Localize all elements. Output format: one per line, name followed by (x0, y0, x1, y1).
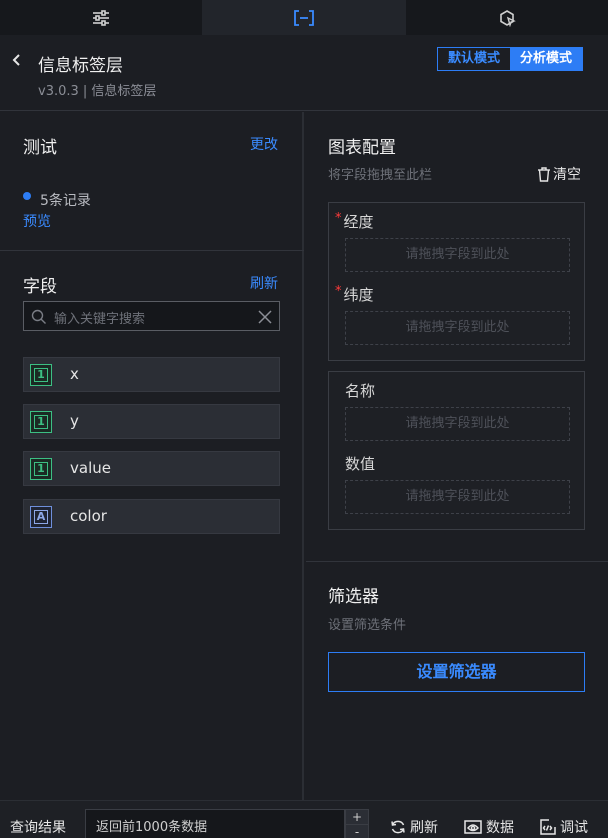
mode-switch: 默认模式 分析模式 (437, 47, 584, 71)
field-item-color[interactable]: A color (23, 499, 280, 534)
filter-title: 筛选器 (328, 587, 379, 607)
right-panel: 图表配置 将字段拖拽至此栏 清空 * 经度 请拖拽字段到此处 * 纬度 请拖拽字… (306, 112, 608, 800)
divider (0, 250, 304, 251)
refresh-fields-link[interactable]: 刷新 (250, 273, 278, 293)
filter-hint: 设置筛选条件 (328, 618, 407, 633)
back-chevron-icon[interactable] (10, 53, 24, 67)
slot-latitude-label: * 纬度 (335, 284, 374, 304)
fields-title: 字段 (23, 277, 57, 297)
field-search[interactable]: 输入关键字搜索 (23, 301, 280, 331)
refresh-icon (391, 820, 405, 834)
component-header: 信息标签层 v3.0.3 | 信息标签层 默认模式 分析模式 (0, 35, 608, 111)
change-datasource-link[interactable]: 更改 (250, 134, 278, 154)
data-bracket-icon (294, 9, 314, 26)
slot-longitude-label: * 经度 (335, 211, 374, 231)
increment-button[interactable]: + (346, 810, 368, 825)
left-panel: 测试 更改 5条记录 预览 字段 刷新 输入关键字搜索 1 x 1 y 1 va… (0, 112, 304, 800)
required-slot-group: * 经度 请拖拽字段到此处 * 纬度 请拖拽字段到此处 (328, 202, 585, 361)
tab-data[interactable] (202, 0, 406, 35)
string-type-icon: A (30, 506, 52, 528)
drop-zone-name[interactable]: 请拖拽字段到此处 (345, 407, 570, 441)
chart-config-title: 图表配置 (328, 138, 396, 158)
query-bar: 查询结果 返回前1000条数据 + - 刷新 数据 调试 (0, 800, 608, 838)
drop-zone-longitude[interactable]: 请拖拽字段到此处 (345, 238, 570, 272)
required-mark: * (335, 211, 342, 226)
field-name: color (70, 507, 107, 525)
divider (306, 561, 608, 562)
drop-zone-latitude[interactable]: 请拖拽字段到此处 (345, 311, 570, 345)
drag-hint: 将字段拖拽至此栏 (328, 168, 433, 183)
top-tab-bar (0, 0, 608, 35)
component-title: 信息标签层 (38, 56, 123, 76)
clear-label: 清空 (553, 167, 581, 183)
default-mode-button[interactable]: 默认模式 (438, 48, 511, 70)
field-name: y (70, 412, 79, 430)
status-dot (23, 192, 31, 200)
field-name: x (70, 365, 79, 383)
required-mark: * (335, 284, 342, 299)
number-type-icon: 1 (30, 411, 52, 433)
search-icon (31, 309, 46, 324)
eye-icon (464, 820, 482, 834)
close-icon[interactable] (258, 310, 272, 324)
slot-value-label: 数值 (345, 455, 376, 473)
field-item-value[interactable]: 1 value (23, 451, 280, 486)
refresh-button[interactable]: 刷新 (390, 817, 438, 837)
number-type-icon: 1 (30, 364, 52, 386)
slot-name-label: 名称 (345, 382, 376, 400)
sliders-icon (93, 9, 109, 26)
drop-zone-value[interactable]: 请拖拽字段到此处 (345, 480, 570, 514)
data-button[interactable]: 数据 (464, 817, 514, 837)
debug-button[interactable]: 调试 (540, 817, 588, 837)
trash-icon (538, 166, 550, 182)
debug-icon (540, 819, 556, 835)
datasource-title: 测试 (23, 138, 57, 158)
field-name: value (70, 459, 111, 477)
optional-slot-group: 名称 请拖拽字段到此处 数值 请拖拽字段到此处 (328, 371, 585, 530)
tab-style[interactable] (0, 0, 202, 35)
set-filter-button[interactable]: 设置筛选器 (328, 652, 585, 692)
interaction-icon (500, 9, 516, 27)
number-type-icon: 1 (30, 458, 52, 480)
analysis-mode-button[interactable]: 分析模式 (510, 48, 583, 70)
field-item-x[interactable]: 1 x (23, 357, 280, 392)
preview-link[interactable]: 预览 (23, 211, 51, 231)
query-limit-input[interactable]: 返回前1000条数据 (85, 809, 345, 838)
query-limit-stepper: + - (345, 809, 369, 838)
decrement-button[interactable]: - (346, 825, 368, 838)
component-version: v3.0.3 | 信息标签层 (38, 84, 157, 99)
field-item-y[interactable]: 1 y (23, 404, 280, 439)
record-count: 5条记录 (40, 193, 91, 209)
search-input[interactable]: 输入关键字搜索 (54, 308, 145, 327)
tab-interaction[interactable] (406, 0, 608, 35)
clear-button[interactable]: 清空 (537, 164, 581, 184)
query-result-label: 查询结果 (10, 820, 66, 836)
